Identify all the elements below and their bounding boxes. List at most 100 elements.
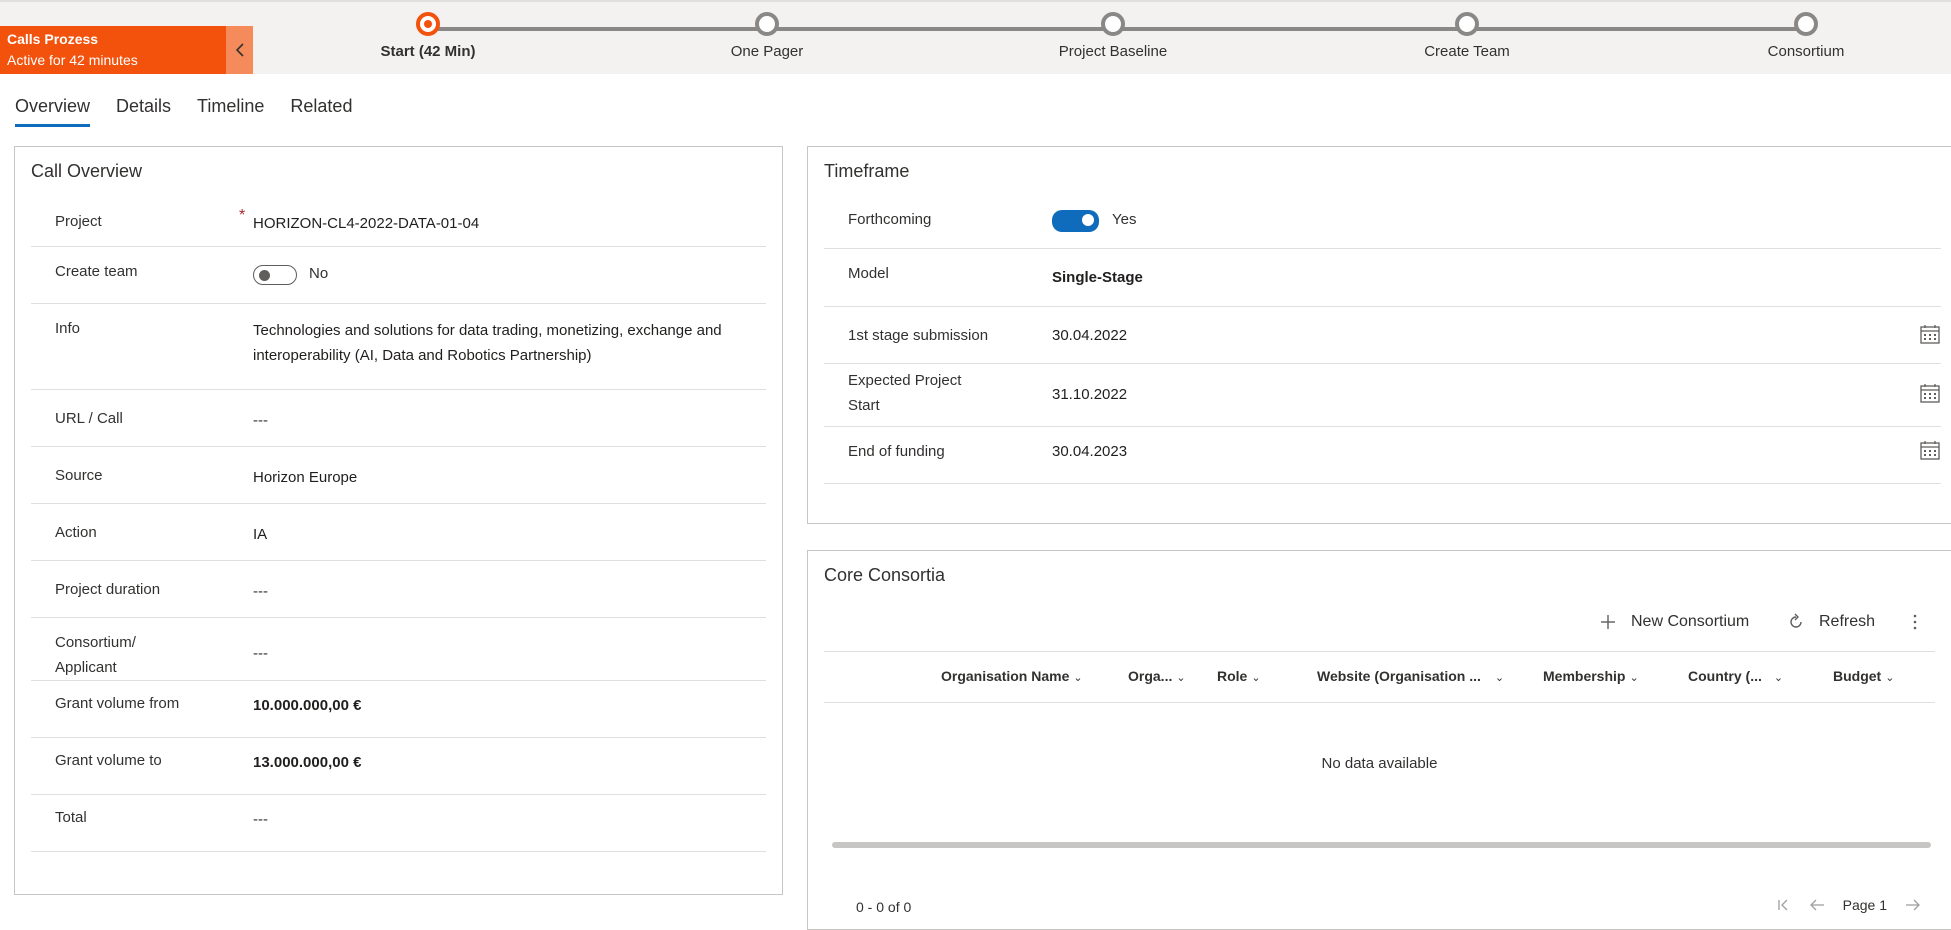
- empty-grid-message: No data available: [1321, 755, 1438, 772]
- column-label: Role: [1217, 668, 1248, 684]
- chevron-down-icon: ⌄: [1494, 672, 1505, 684]
- field-label: Source: [55, 467, 103, 484]
- calendar-icon[interactable]: [1919, 439, 1941, 461]
- calendar-icon[interactable]: [1919, 323, 1941, 345]
- field-label: Grant volume from: [55, 695, 180, 712]
- field-label: Create team: [55, 263, 138, 280]
- tab-timeline[interactable]: Timeline: [197, 96, 264, 128]
- column-website[interactable]: Website (Organisation ... ⌄: [1317, 668, 1504, 684]
- refresh-icon: [1790, 613, 1802, 628]
- stage-label: Start (42 Min): [380, 43, 476, 60]
- refresh-button[interactable]: Refresh: [1787, 613, 1875, 631]
- field-label: Total: [55, 809, 87, 826]
- field-label: Model: [848, 265, 889, 282]
- previous-page-icon[interactable]: [1809, 898, 1825, 912]
- stage-circle-icon: [755, 12, 779, 36]
- field-total: Total ---: [31, 795, 766, 852]
- grid-header-row: Organisation Name ⌄ Orga... ⌄ Role ⌄ Websit…: [824, 651, 1935, 703]
- chevron-down-icon: ⌄: [1629, 672, 1639, 684]
- more-vertical-icon: [1913, 614, 1917, 630]
- stage-label: One Pager: [730, 43, 804, 60]
- refresh-label: Refresh: [1819, 613, 1876, 630]
- column-orga[interactable]: Orga... ⌄: [1128, 668, 1186, 684]
- field-label: Project duration: [55, 581, 161, 598]
- column-label: Budget: [1833, 668, 1882, 684]
- tab-details[interactable]: Details: [116, 96, 171, 128]
- tab-overview[interactable]: Overview: [15, 96, 91, 128]
- forthcoming-toggle[interactable]: [1052, 210, 1099, 232]
- column-label: Orga...: [1128, 668, 1173, 684]
- grant-volume-from-value[interactable]: 10.000.000,00 €: [253, 693, 361, 718]
- action-value[interactable]: IA: [253, 522, 267, 547]
- column-label: Organisation Name: [941, 668, 1070, 684]
- record-count: 0 - 0 of 0: [856, 899, 912, 915]
- next-page-icon[interactable]: [1905, 898, 1921, 912]
- chevron-down-icon: ⌄: [1773, 672, 1784, 684]
- source-value[interactable]: Horizon Europe: [253, 465, 357, 490]
- page-indicator: Page 1: [1842, 897, 1887, 913]
- consortium-applicant-value[interactable]: ---: [253, 641, 268, 666]
- column-membership[interactable]: Membership ⌄: [1543, 668, 1639, 684]
- stage-label: Create Team: [1424, 43, 1510, 60]
- field-label: Expected Project Start: [848, 372, 962, 414]
- field-model: Model Single-Stage: [824, 249, 1941, 307]
- field-source: Source Horizon Europe: [31, 447, 766, 504]
- first-page-icon[interactable]: [1777, 898, 1791, 912]
- stage-create-team[interactable]: Create Team: [1357, 12, 1577, 60]
- new-consortium-button[interactable]: New Consortium: [1599, 613, 1749, 631]
- business-process-bar: Calls Prozess Active for 42 minutes Star…: [0, 0, 1951, 74]
- field-label: Forthcoming: [848, 211, 932, 228]
- first-stage-date-value[interactable]: 30.04.2022: [1052, 323, 1127, 348]
- column-budget[interactable]: Budget ⌄: [1833, 668, 1894, 684]
- stage-project-baseline[interactable]: Project Baseline: [1003, 12, 1223, 60]
- url-call-value[interactable]: ---: [253, 408, 268, 433]
- info-value[interactable]: Technologies and solutions for data trad…: [253, 318, 753, 368]
- field-info: Info Technologies and solutions for data…: [31, 304, 766, 390]
- process-name: Calls Prozess: [7, 31, 99, 47]
- field-label: End of funding: [848, 443, 945, 460]
- stage-circle-icon: [1455, 12, 1479, 36]
- tab-related[interactable]: Related: [290, 96, 352, 128]
- active-process-flyout[interactable]: Calls Prozess Active for 42 minutes: [0, 26, 226, 74]
- expected-start-date-value[interactable]: 31.10.2022: [1052, 382, 1127, 407]
- section-title: Core Consortia: [824, 565, 946, 585]
- field-expected-project-start: Expected Project Start 31.10.2022: [824, 364, 1941, 427]
- stage-label: Consortium: [1767, 43, 1845, 60]
- field-consortium-applicant: Consortium/ Applicant ---: [31, 618, 766, 681]
- field-label: Project: [55, 213, 102, 230]
- stage-one-pager[interactable]: One Pager: [657, 12, 877, 60]
- field-action: Action IA: [31, 504, 766, 561]
- project-lookup-value[interactable]: HORIZON-CL4-2022-DATA-01-04: [253, 211, 479, 236]
- chevron-down-icon: ⌄: [1176, 672, 1186, 684]
- timeframe-section: Timeframe Forthcoming Yes Model Single-S…: [807, 146, 1951, 524]
- collapse-process-button[interactable]: [226, 26, 253, 74]
- column-role[interactable]: Role ⌄: [1217, 668, 1261, 684]
- stage-active-circle-icon: [416, 12, 440, 36]
- project-duration-value[interactable]: ---: [253, 579, 268, 604]
- field-forthcoming: Forthcoming Yes: [824, 195, 1941, 249]
- end-of-funding-date-value[interactable]: 30.04.2023: [1052, 439, 1127, 464]
- grant-volume-to-value[interactable]: 13.000.000,00 €: [253, 750, 361, 775]
- column-country[interactable]: Country (... ⌄: [1688, 668, 1783, 684]
- more-commands-button[interactable]: [1912, 613, 1918, 631]
- create-team-toggle[interactable]: [253, 265, 297, 285]
- required-indicator: *: [239, 207, 246, 224]
- stage-start[interactable]: Start (42 Min): [318, 12, 538, 60]
- column-organisation-name[interactable]: Organisation Name ⌄: [941, 668, 1083, 684]
- stage-label: Project Baseline: [1058, 43, 1168, 60]
- toggle-value: No: [309, 265, 329, 282]
- chevron-down-icon: ⌄: [1251, 672, 1261, 684]
- horizontal-scrollbar[interactable]: [832, 842, 1931, 848]
- stage-circle-icon: [1794, 12, 1818, 36]
- section-title: Timeframe: [824, 161, 910, 181]
- section-title: Call Overview: [31, 161, 143, 181]
- field-project-duration: Project duration ---: [31, 561, 766, 618]
- field-grant-volume-from: Grant volume from 10.000.000,00 €: [31, 681, 766, 738]
- chevron-down-icon: ⌄: [1885, 672, 1895, 684]
- field-grant-volume-to: Grant volume to 13.000.000,00 €: [31, 738, 766, 795]
- stage-consortium[interactable]: Consortium: [1696, 12, 1916, 60]
- field-label: URL / Call: [55, 410, 123, 427]
- total-value[interactable]: ---: [253, 807, 268, 832]
- model-value[interactable]: Single-Stage: [1052, 265, 1143, 290]
- calendar-icon[interactable]: [1919, 382, 1941, 404]
